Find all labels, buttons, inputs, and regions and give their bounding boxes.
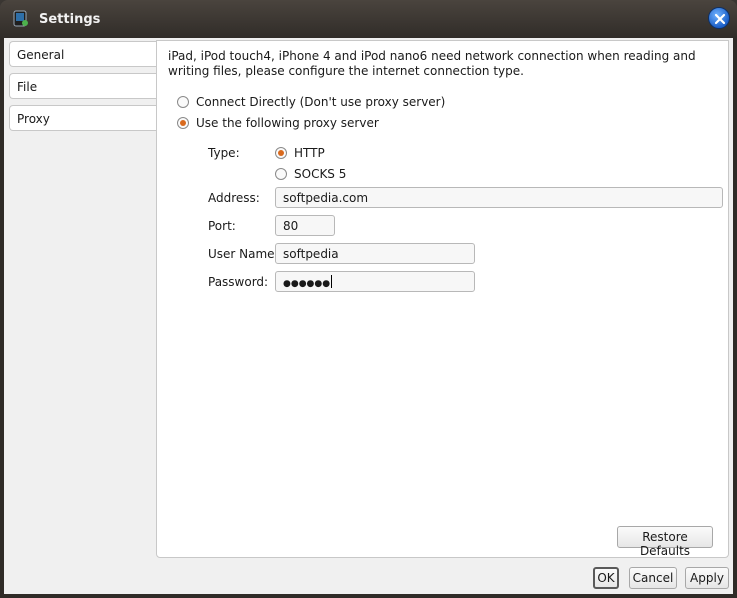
port-input[interactable]: 80 [275, 215, 335, 236]
connect-directly-radio[interactable] [177, 96, 189, 108]
address-label: Address: [208, 191, 260, 205]
tab-file[interactable]: File [9, 73, 157, 99]
connect-directly-option[interactable]: Connect Directly (Don't use proxy server… [177, 95, 445, 109]
username-input[interactable]: softpedia [275, 243, 475, 264]
apply-button[interactable]: Apply [685, 567, 729, 589]
use-proxy-label: Use the following proxy server [196, 116, 379, 130]
connect-directly-label: Connect Directly (Don't use proxy server… [196, 95, 446, 109]
password-label: Password: [208, 275, 269, 289]
username-label: User Name: [208, 247, 279, 261]
tab-general[interactable]: General [9, 41, 157, 67]
password-input[interactable]: ●●●●●● [275, 271, 475, 292]
dialog-client-area: General File Proxy iPad, iPod touch4, iP… [4, 38, 733, 594]
settings-window: Settings General File Proxy iPad, iPod t… [0, 0, 737, 598]
socks5-label: SOCKS 5 [294, 167, 347, 181]
intro-text: iPad, iPod touch4, iPhone 4 and iPod nan… [168, 49, 696, 78]
title-bar[interactable]: Settings [0, 0, 737, 38]
tab-proxy[interactable]: Proxy [9, 105, 158, 131]
address-input[interactable]: softpedia.com [275, 187, 723, 208]
close-icon [714, 13, 726, 25]
http-radio[interactable] [275, 147, 287, 159]
window-title: Settings [39, 12, 101, 27]
app-icon [13, 10, 28, 27]
socks5-radio[interactable] [275, 168, 287, 180]
http-label: HTTP [294, 146, 325, 160]
settings-sidebar: General File Proxy [4, 38, 158, 560]
cancel-button[interactable]: Cancel [629, 567, 677, 589]
http-option[interactable]: HTTP [275, 146, 325, 160]
ok-button[interactable]: OK [593, 567, 619, 589]
use-proxy-option[interactable]: Use the following proxy server [177, 116, 379, 130]
password-value: ●●●●●● [283, 279, 331, 289]
port-label: Port: [208, 219, 236, 233]
text-caret [331, 275, 333, 288]
use-proxy-radio[interactable] [177, 117, 189, 129]
socks5-option[interactable]: SOCKS 5 [275, 167, 346, 181]
close-button[interactable] [708, 7, 730, 29]
proxy-settings-panel: iPad, iPod touch4, iPhone 4 and iPod nan… [156, 40, 729, 558]
type-label: Type: [208, 146, 240, 160]
restore-defaults-button[interactable]: Restore Defaults [617, 526, 713, 558]
